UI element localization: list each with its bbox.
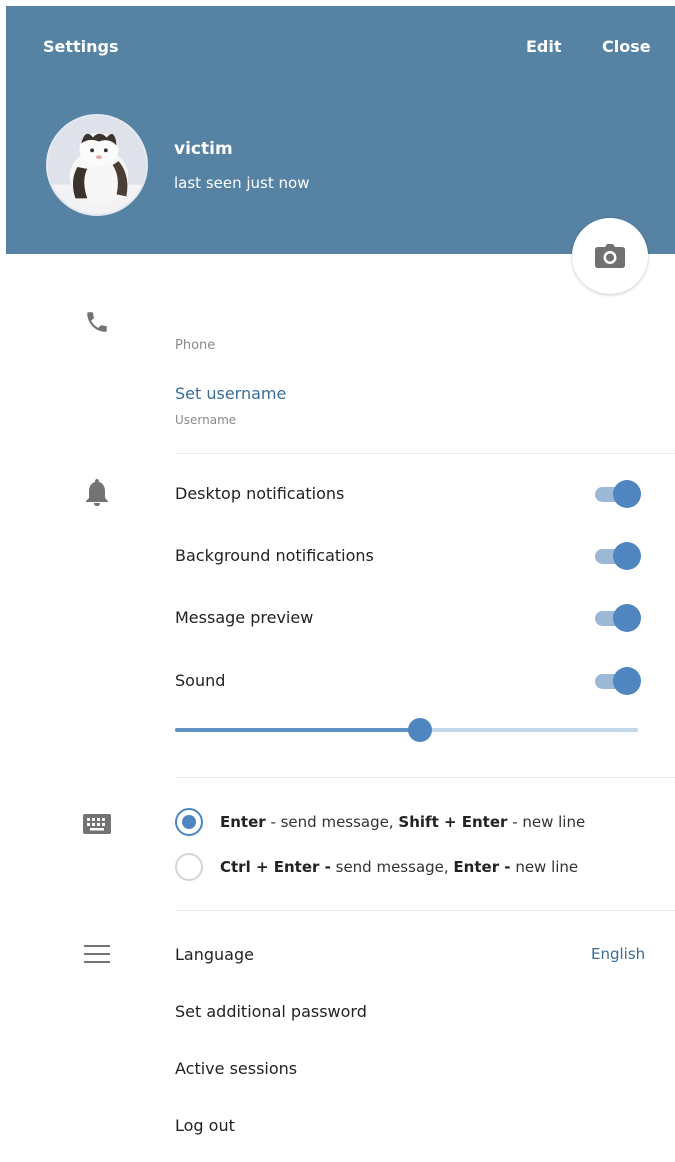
key-label: Ctrl + Enter - xyxy=(220,858,331,876)
keyboard-icon xyxy=(83,814,111,834)
set-username-link[interactable]: Set username xyxy=(175,384,286,403)
key-label: Enter xyxy=(220,813,266,831)
toggle-knob xyxy=(613,480,641,508)
message-preview-label: Message preview xyxy=(175,608,314,627)
profile-status: last seen just now xyxy=(174,174,310,192)
log-out-item[interactable]: Log out xyxy=(175,1116,235,1135)
avatar[interactable] xyxy=(46,114,148,216)
bell-icon xyxy=(86,479,108,506)
message-preview-toggle[interactable] xyxy=(595,604,643,632)
language-value[interactable]: English xyxy=(591,945,645,963)
profile-header: Settings Edit Close victim last seen jus… xyxy=(6,6,675,254)
edit-button[interactable]: Edit xyxy=(526,37,562,56)
volume-slider[interactable] xyxy=(175,718,638,742)
send-mode-option-ctrl-enter[interactable]: Ctrl + Enter - send message, Enter - new… xyxy=(175,852,578,882)
close-button[interactable]: Close xyxy=(602,37,651,56)
phone-icon xyxy=(87,312,107,332)
send-mode-option-enter[interactable]: Enter - send message, Shift + Enter - ne… xyxy=(175,807,585,837)
page-title: Settings xyxy=(43,37,119,56)
section-divider xyxy=(175,777,675,778)
option-text: - new line xyxy=(507,813,586,831)
background-notifications-toggle[interactable] xyxy=(595,542,643,570)
section-divider xyxy=(175,910,675,911)
slider-fill xyxy=(175,728,421,732)
camera-icon xyxy=(595,244,625,268)
username-label: Username xyxy=(175,413,237,427)
option-text: - send message, xyxy=(265,813,399,831)
active-sessions-item[interactable]: Active sessions xyxy=(175,1059,297,1078)
language-item[interactable]: Language xyxy=(175,945,254,964)
toggle-knob xyxy=(613,604,641,632)
key-label: Enter - xyxy=(453,858,511,876)
sound-label: Sound xyxy=(175,671,226,690)
phone-label: Phone xyxy=(175,338,216,353)
background-notifications-label: Background notifications xyxy=(175,546,374,565)
toggle-knob xyxy=(613,667,641,695)
settings-page: Settings Edit Close victim last seen jus… xyxy=(0,0,675,1162)
sound-toggle[interactable] xyxy=(595,667,643,695)
desktop-notifications-label: Desktop notifications xyxy=(175,484,345,503)
send-mode-option-text: Enter - send message, Shift + Enter - ne… xyxy=(220,813,585,831)
option-text: new line xyxy=(510,858,579,876)
change-photo-button[interactable] xyxy=(572,218,648,294)
radio-button[interactable] xyxy=(175,853,203,881)
desktop-notifications-toggle[interactable] xyxy=(595,480,643,508)
profile-name: victim xyxy=(174,139,233,159)
section-divider xyxy=(175,453,675,454)
option-text: send message, xyxy=(330,858,454,876)
radio-button[interactable] xyxy=(175,808,203,836)
slider-thumb[interactable] xyxy=(408,718,433,742)
avatar-cat-photo xyxy=(48,116,146,214)
set-password-item[interactable]: Set additional password xyxy=(175,1002,367,1021)
toggle-knob xyxy=(613,542,641,570)
menu-icon xyxy=(84,945,110,963)
send-mode-option-text: Ctrl + Enter - send message, Enter - new… xyxy=(220,858,578,876)
key-label: Shift + Enter xyxy=(398,813,508,831)
